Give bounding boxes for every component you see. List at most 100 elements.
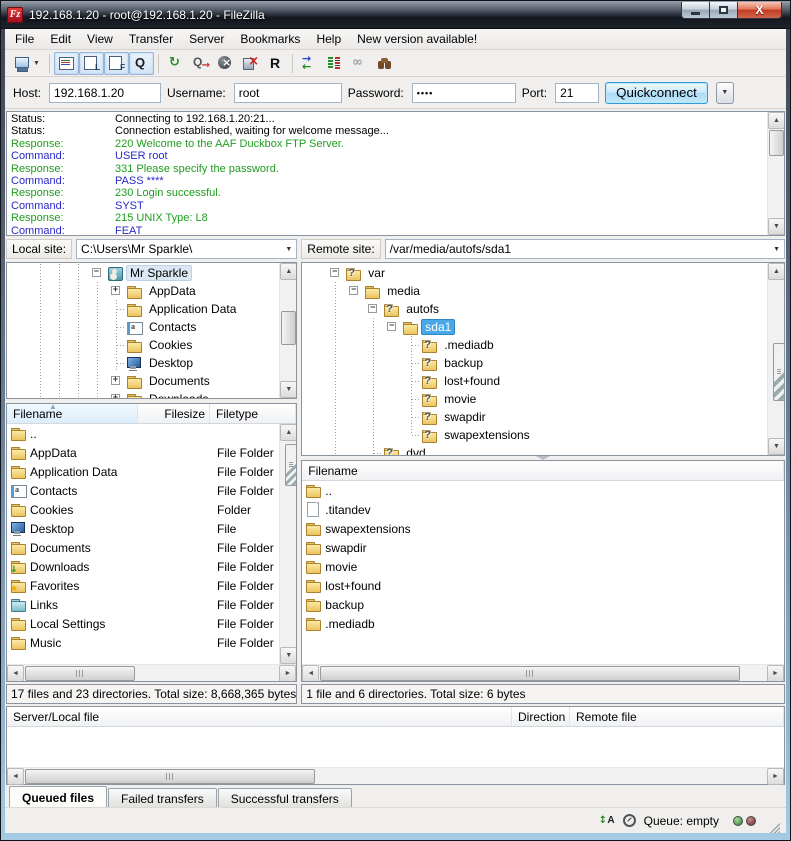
remote-site-combo[interactable]: /var/media/autofs/sda1 ▼ [385,239,785,259]
tree-item[interactable]: +Documents [12,372,279,390]
tree-item[interactable]: ?swapextensions [307,426,767,444]
data-type-icon[interactable]: A [599,814,615,828]
file-row[interactable]: swapextensions [302,519,784,538]
resize-grip[interactable] [768,821,780,833]
tab-queued-files[interactable]: Queued files [9,786,107,807]
queue-hscrollbar[interactable]: ◄ ► [7,767,784,784]
quickconnect-button[interactable]: Quickconnect [605,82,708,104]
tree-item[interactable]: −Mr Sparkle [12,264,279,282]
tree-item[interactable]: −media [307,282,767,300]
disconnect-button[interactable] [238,52,263,75]
expand-icon[interactable]: + [111,286,120,295]
remote-list-hscrollbar[interactable]: ◄ ► [302,664,784,681]
username-input[interactable] [234,83,342,103]
message-log[interactable]: Status:Connecting to 192.168.1.20:21...S… [6,111,785,236]
local-list-scrollbar[interactable]: ▲ ▼ [279,424,296,664]
scroll-down-arrow[interactable]: ▼ [280,647,297,664]
file-row[interactable]: CookiesFolder [7,500,296,519]
remote-tree-scrollbar[interactable]: ▲ ▼ [767,263,784,455]
tree-item[interactable]: −sda1 [307,318,767,336]
host-input[interactable] [49,83,161,103]
tree-item[interactable]: −?var [307,264,767,282]
collapse-icon[interactable]: − [92,268,101,277]
file-row[interactable]: LinksFile Folder [7,595,296,614]
minimize-button[interactable] [681,2,710,19]
scroll-up-arrow[interactable]: ▲ [280,424,297,441]
filter-button[interactable] [347,52,372,75]
file-row[interactable]: .. [7,424,296,443]
search-button[interactable] [372,52,397,75]
chevron-down-icon[interactable]: ▼ [773,246,780,253]
tree-item[interactable]: Application Data [12,300,279,318]
chevron-down-icon[interactable]: ▼ [285,246,292,253]
collapse-icon[interactable]: − [387,322,396,331]
tab-failed-transfers[interactable]: Failed transfers [108,788,217,807]
scroll-left-arrow[interactable]: ◄ [7,665,24,682]
tree-item[interactable]: ?lost+found [307,372,767,390]
menu-item-view[interactable]: View [79,30,121,48]
file-row[interactable]: movie [302,557,784,576]
scroll-up-arrow[interactable]: ▲ [280,263,297,280]
menu-item-new-version-available[interactable]: New version available! [349,30,485,48]
scroll-down-arrow[interactable]: ▼ [280,381,297,398]
local-tree-scrollbar[interactable]: ▲ ▼ [279,263,296,398]
expand-icon[interactable]: + [111,376,120,385]
tree-item[interactable]: ?.mediadb [307,336,767,354]
file-row[interactable]: DocumentsFile Folder [7,538,296,557]
toggle-queue-button[interactable] [129,52,154,75]
tree-item[interactable]: ?swapdir [307,408,767,426]
column-header-filename[interactable]: Filename [302,461,784,480]
cancel-button[interactable] [213,52,238,75]
scroll-down-arrow[interactable]: ▼ [768,218,785,235]
scroll-right-arrow[interactable]: ► [279,665,296,682]
log-scrollbar[interactable]: ▲ ▼ [767,112,784,235]
menu-item-file[interactable]: File [7,30,42,48]
menu-item-transfer[interactable]: Transfer [121,30,181,48]
toggle-remote-tree-button[interactable] [104,52,129,75]
menu-item-bookmarks[interactable]: Bookmarks [232,30,308,48]
process-queue-button[interactable] [188,52,213,75]
synchronized-browsing-button[interactable] [297,52,322,75]
toggle-local-tree-button[interactable] [79,52,104,75]
file-row[interactable]: swapdir [302,538,784,557]
file-row[interactable]: Local SettingsFile Folder [7,614,296,633]
scroll-left-arrow[interactable]: ◄ [7,768,24,785]
expand-icon[interactable]: + [111,394,120,398]
menu-item-help[interactable]: Help [308,30,349,48]
restore-button[interactable] [710,2,737,19]
tree-item[interactable]: +AppData [12,282,279,300]
column-header-remote-file[interactable]: Remote file [570,707,784,726]
tree-item[interactable]: +↓Downloads [12,390,279,398]
local-site-combo[interactable]: C:\Users\Mr Sparkle\ ▼ [76,239,297,259]
file-row[interactable]: lost+found [302,576,784,595]
file-row[interactable]: .mediadb [302,614,784,633]
scroll-left-arrow[interactable]: ◄ [302,665,319,682]
column-header-direction[interactable]: Direction [512,707,570,726]
quickconnect-dropdown[interactable]: ▼ [716,82,734,104]
site-manager-button[interactable]: ▼ [9,52,45,75]
file-row[interactable]: aContactsFile Folder [7,481,296,500]
scroll-right-arrow[interactable]: ► [767,768,784,785]
refresh-button[interactable] [163,52,188,75]
tree-item[interactable]: −?autofs [307,300,767,318]
scroll-down-arrow[interactable]: ▼ [768,438,785,455]
scroll-up-arrow[interactable]: ▲ [768,112,785,129]
column-header-filetype[interactable]: Filetype [210,404,296,423]
file-row[interactable]: ↓DownloadsFile Folder [7,557,296,576]
file-row[interactable]: DesktopFile [7,519,296,538]
menu-item-server[interactable]: Server [181,30,232,48]
close-button[interactable]: X [737,2,782,19]
toggle-message-log-button[interactable] [54,52,79,75]
collapse-icon[interactable]: − [368,304,377,313]
file-row[interactable]: MusicFile Folder [7,633,296,652]
file-row[interactable]: ★FavoritesFile Folder [7,576,296,595]
column-header-server-local-file[interactable]: Server/Local file [7,707,512,726]
speed-limits-icon[interactable] [623,814,636,827]
file-row[interactable]: backup [302,595,784,614]
tree-item[interactable]: Cookies [12,336,279,354]
file-row[interactable]: Application DataFile Folder [7,462,296,481]
file-row[interactable]: AppDataFile Folder [7,443,296,462]
local-list-hscrollbar[interactable]: ◄ ► [7,664,296,681]
directory-comparison-button[interactable] [322,52,347,75]
column-header-filesize[interactable]: Filesize [138,404,210,423]
